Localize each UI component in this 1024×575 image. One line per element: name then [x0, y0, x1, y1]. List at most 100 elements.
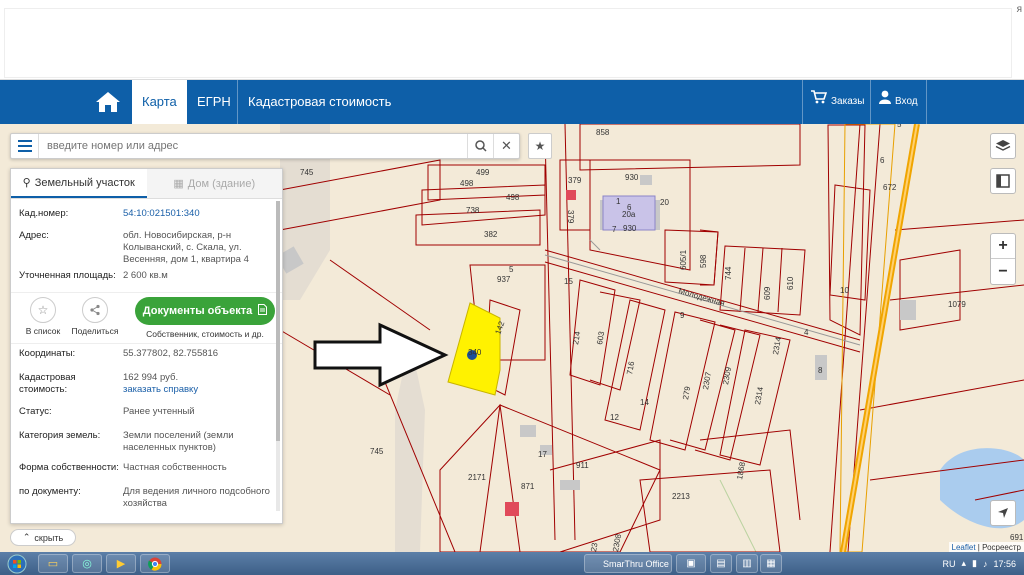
share-icon — [82, 297, 108, 323]
zoom-out-button[interactable]: − — [991, 259, 1015, 284]
field-by-document: по документу: Для ведения личного подсоб… — [11, 486, 282, 516]
login-button[interactable]: Вход — [870, 80, 927, 124]
share-button[interactable]: Поделиться — [69, 297, 121, 336]
add-to-list-button[interactable]: ☆ В список — [17, 297, 69, 336]
field-coordinates: Координаты: 55.377802, 82.755816 — [11, 348, 282, 372]
zoom-in-button[interactable]: + — [991, 234, 1015, 259]
taskbar-app2-icon[interactable]: ▣ — [676, 554, 706, 573]
windows-start-icon[interactable] — [0, 552, 34, 575]
collapse-panel-button[interactable]: ⌃ скрыть — [10, 529, 76, 546]
app-root: я Карта ЕГРН Кадастровая стоимость Заказ… — [0, 0, 1024, 575]
parcel-number-label: 2171 — [468, 473, 486, 482]
parcel-number-label: 716 — [625, 360, 636, 375]
panel-scrollbar[interactable] — [276, 201, 280, 511]
taskbar-app5-icon[interactable]: ▦ — [760, 554, 782, 573]
parcel-number-label: 930 — [623, 224, 637, 233]
field-value: 55.377802, 82.755816 — [123, 348, 219, 359]
search-bar: ✕ — [10, 133, 520, 159]
parcel-number-label: 691 — [1010, 533, 1024, 542]
scrollbar-thumb[interactable] — [276, 201, 280, 441]
menu-icon[interactable] — [11, 134, 39, 158]
tab-cadastral-value[interactable]: Кадастровая стоимость — [237, 80, 401, 124]
field-value: Ранее учтенный — [123, 406, 195, 417]
parcel-number-label: 9 — [680, 311, 685, 320]
parcel-number-label: 2314 — [771, 336, 783, 356]
taskbar-app3-icon[interactable]: ▤ — [710, 554, 732, 573]
rosreestr-text: Росреестр — [982, 543, 1021, 552]
home-icon[interactable] — [92, 88, 124, 116]
parcel-number-label: 609 — [763, 286, 772, 300]
field-key: Уточненная площадь: — [19, 270, 116, 281]
clock[interactable]: 17:56 — [993, 559, 1016, 569]
documents-block: Документы объекта Собственник, стоимость… — [135, 297, 275, 339]
orders-button[interactable]: Заказы — [802, 80, 872, 124]
parcel-number-label: 6 — [627, 203, 632, 212]
field-key: по документу: — [19, 486, 81, 497]
parcel-number-label: 930 — [625, 173, 639, 182]
chevron-up-icon: ⌃ — [22, 532, 31, 542]
taskbar-player-icon[interactable]: ▶ — [106, 554, 136, 573]
taskbar-app4-icon[interactable]: ▥ — [736, 554, 758, 573]
parcel-number-label: 214 — [571, 330, 582, 345]
os-taskbar: ▭ ◎ ▶ SmarThru Office ▣ ▤ ▥ ▦ RU ▴ ▮ ♪ 1… — [0, 552, 1024, 575]
order-certificate-link[interactable]: заказать справку — [123, 384, 274, 396]
star-icon[interactable]: ★ — [528, 133, 552, 159]
language-indicator[interactable]: RU — [942, 559, 955, 569]
tab-building[interactable]: ▦ Дом (здание) — [146, 169, 282, 198]
parcel-number-label: 7 — [612, 225, 617, 234]
field-cad-number: Кад.номер: 54:10:021501:340 — [11, 208, 282, 230]
field-key: Категория земель: — [19, 430, 101, 441]
parcel-number-label: 5 — [509, 265, 514, 274]
user-icon — [879, 80, 891, 124]
parcel-number-label: 610 — [786, 276, 795, 290]
tab-land-plot[interactable]: ⚲ Земельный участок — [11, 169, 147, 198]
parcel-number-label: 499 — [476, 168, 490, 177]
tray-chevron-icon[interactable]: ▴ — [961, 558, 966, 569]
tab-egrn[interactable]: ЕГРН — [186, 80, 241, 124]
field-key: Статус: — [19, 406, 52, 417]
taskbar-smarthru-app[interactable]: SmarThru Office — [584, 554, 672, 573]
field-address: Адрес: обл. Новосибирская, р-н Колыванск… — [11, 230, 282, 270]
layers-icon[interactable] — [990, 133, 1016, 159]
search-icon[interactable] — [467, 134, 493, 158]
star-outline-icon: ☆ — [30, 297, 56, 323]
legend-icon[interactable] — [990, 168, 1016, 194]
parcel-number-label: 15 — [564, 277, 573, 286]
tab-map[interactable]: Карта — [132, 80, 187, 124]
field-value: 162 994 руб. — [123, 372, 179, 383]
cad-number-link[interactable]: 54:10:021501:340 — [123, 208, 274, 230]
parcel-number-label: 14 — [640, 398, 649, 407]
parcel-number-label: 2309 — [721, 366, 733, 386]
parcel-number-label: 5 — [897, 124, 902, 129]
parcel-number-label: 745 — [300, 168, 314, 177]
tab-building-label: Дом (здание) — [187, 177, 256, 190]
field-value: Частная собственность — [123, 462, 227, 473]
parcel-number-label: 871 — [521, 482, 535, 491]
parcel-number-label: 10 — [840, 286, 849, 295]
field-value: обл. Новосибирская, р-н Колыванский, с. … — [123, 230, 249, 265]
zoom-control: + − — [990, 233, 1016, 285]
search-input[interactable] — [39, 135, 467, 157]
parcel-number-label: 672 — [883, 183, 897, 192]
parcel-number-label: 937 — [497, 275, 511, 284]
field-key: Кад.номер: — [19, 208, 69, 219]
parcel-number-label: 2307 — [701, 371, 713, 391]
taskbar-chrome-icon[interactable] — [140, 554, 170, 573]
edge-text: я — [1016, 4, 1022, 15]
parcel-number-label: 379 — [568, 176, 582, 185]
parcel-number-label: 12 — [610, 413, 619, 422]
parcel-number-label: 738 — [466, 206, 480, 215]
clear-icon[interactable]: ✕ — [493, 134, 519, 158]
documents-button[interactable]: Документы объекта — [135, 297, 275, 325]
leaflet-link[interactable]: Leaflet — [952, 543, 976, 552]
field-key: Адрес: — [19, 230, 49, 241]
taskbar-media-icon[interactable]: ◎ — [72, 554, 102, 573]
locate-icon[interactable] — [990, 500, 1016, 526]
volume-icon[interactable]: ♪ — [983, 559, 988, 569]
pin-icon: ⚲ — [22, 177, 31, 189]
field-key: Форма собственности: — [19, 462, 119, 473]
info-panel: ⚲ Земельный участок ▦ Дом (здание) Кад.н… — [10, 168, 283, 524]
network-icon[interactable]: ▮ — [972, 558, 977, 569]
taskbar-explorer-icon[interactable]: ▭ — [38, 554, 68, 573]
tab-land-label: Земельный участок — [34, 176, 135, 189]
